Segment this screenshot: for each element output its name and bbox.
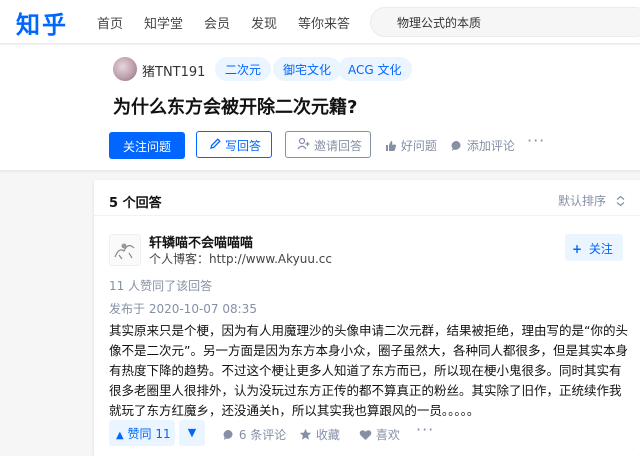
nav-item-home[interactable]: 首页: [97, 13, 123, 32]
answer-count: 5 个回答: [109, 196, 162, 211]
asker-name[interactable]: 猪TNT191: [142, 61, 205, 80]
nav-item-discover[interactable]: 发现: [251, 13, 277, 32]
downvote-button[interactable]: ▼: [179, 420, 205, 446]
triangle-up-icon: ▲: [116, 430, 124, 441]
author-bio: 个人博客：http://www.Akyuu.cc: [149, 252, 332, 266]
add-comment-button[interactable]: 添加评论: [451, 137, 515, 155]
good-question-button[interactable]: 好问题: [385, 137, 437, 155]
asker-avatar[interactable]: [113, 57, 137, 81]
question-header: 猪TNT191 二次元 御宅文化 ACG 文化 为什么东方会被开除二次元籍? 关…: [0, 45, 640, 170]
nav-item-vip[interactable]: 会员: [204, 13, 230, 32]
nav-item-waiting[interactable]: 等你来答: [298, 13, 350, 32]
thumbs-up-icon: [385, 140, 397, 155]
author-name[interactable]: 轩辚喵不会喵喵喵: [149, 232, 253, 251]
comments-label: 6 条评论: [238, 428, 287, 442]
more-icon[interactable]: ···: [527, 131, 545, 150]
search-input[interactable]: 物理公式的本质: [370, 7, 640, 37]
heart-icon: [359, 429, 372, 444]
answers-header: 5 个回答 默认排序: [94, 180, 640, 216]
write-answer-label: 写回答: [225, 139, 262, 153]
star-icon: [299, 428, 312, 444]
follow-author-label: 关注: [588, 242, 613, 256]
collect-label: 收藏: [315, 428, 340, 442]
collect-button[interactable]: 收藏: [299, 426, 340, 444]
sort-label: 默认排序: [558, 194, 607, 208]
upvote-button[interactable]: ▲ 赞同 11: [109, 420, 175, 446]
pencil-icon: [209, 137, 222, 153]
sort-dropdown[interactable]: 默认排序: [558, 192, 625, 210]
topic-tag[interactable]: 御宅文化: [273, 57, 342, 81]
good-question-label: 好问题: [400, 139, 437, 153]
top-nav: 知乎 首页 知学堂 会员 发现 等你来答 物理公式的本质: [0, 0, 640, 44]
answer-card: 5 个回答 默认排序 轩辚喵不会喵喵喵 个人博客：http://www.Akyu…: [94, 180, 640, 456]
follow-author-button[interactable]: + 关注: [565, 234, 623, 261]
topic-tag[interactable]: ACG 文化: [338, 57, 412, 81]
upvote-note: 11 人赞同了该回答: [109, 279, 213, 293]
publish-time[interactable]: 发布于 2020-10-07 08:35: [109, 300, 257, 317]
search-input-value: 物理公式的本质: [397, 16, 482, 30]
add-comment-label: 添加评论: [466, 139, 515, 153]
like-button[interactable]: 喜欢: [359, 426, 400, 444]
plus-icon: +: [572, 242, 583, 256]
invite-answer-label: 邀请回答: [314, 139, 363, 153]
comment-icon: [223, 429, 235, 444]
answer-content: 其实原来只是个梗，因为有人用魔理沙的头像申请二次元群，结果被拒绝，理由写的是“你…: [109, 323, 628, 418]
author-avatar[interactable]: [109, 234, 141, 266]
sort-chevron-icon: [616, 195, 625, 210]
topic-tag[interactable]: 二次元: [215, 57, 272, 81]
add-user-icon: [297, 137, 310, 153]
upvote-label: 赞同 11: [127, 427, 171, 441]
answer-more-icon[interactable]: ···: [416, 420, 434, 439]
follow-question-button[interactable]: 关注问题: [109, 132, 185, 159]
question-title: 为什么东方会被开除二次元籍?: [113, 97, 358, 118]
invite-answer-button[interactable]: 邀请回答: [285, 131, 371, 158]
write-answer-button[interactable]: 写回答: [196, 131, 272, 158]
triangle-down-icon: ▼: [187, 426, 197, 439]
nav-item-zhixuetang[interactable]: 知学堂: [144, 13, 183, 32]
zhihu-logo[interactable]: 知乎: [16, 5, 68, 40]
comment-icon: [451, 140, 463, 155]
like-label: 喜欢: [375, 428, 400, 442]
comments-button[interactable]: 6 条评论: [223, 426, 286, 444]
